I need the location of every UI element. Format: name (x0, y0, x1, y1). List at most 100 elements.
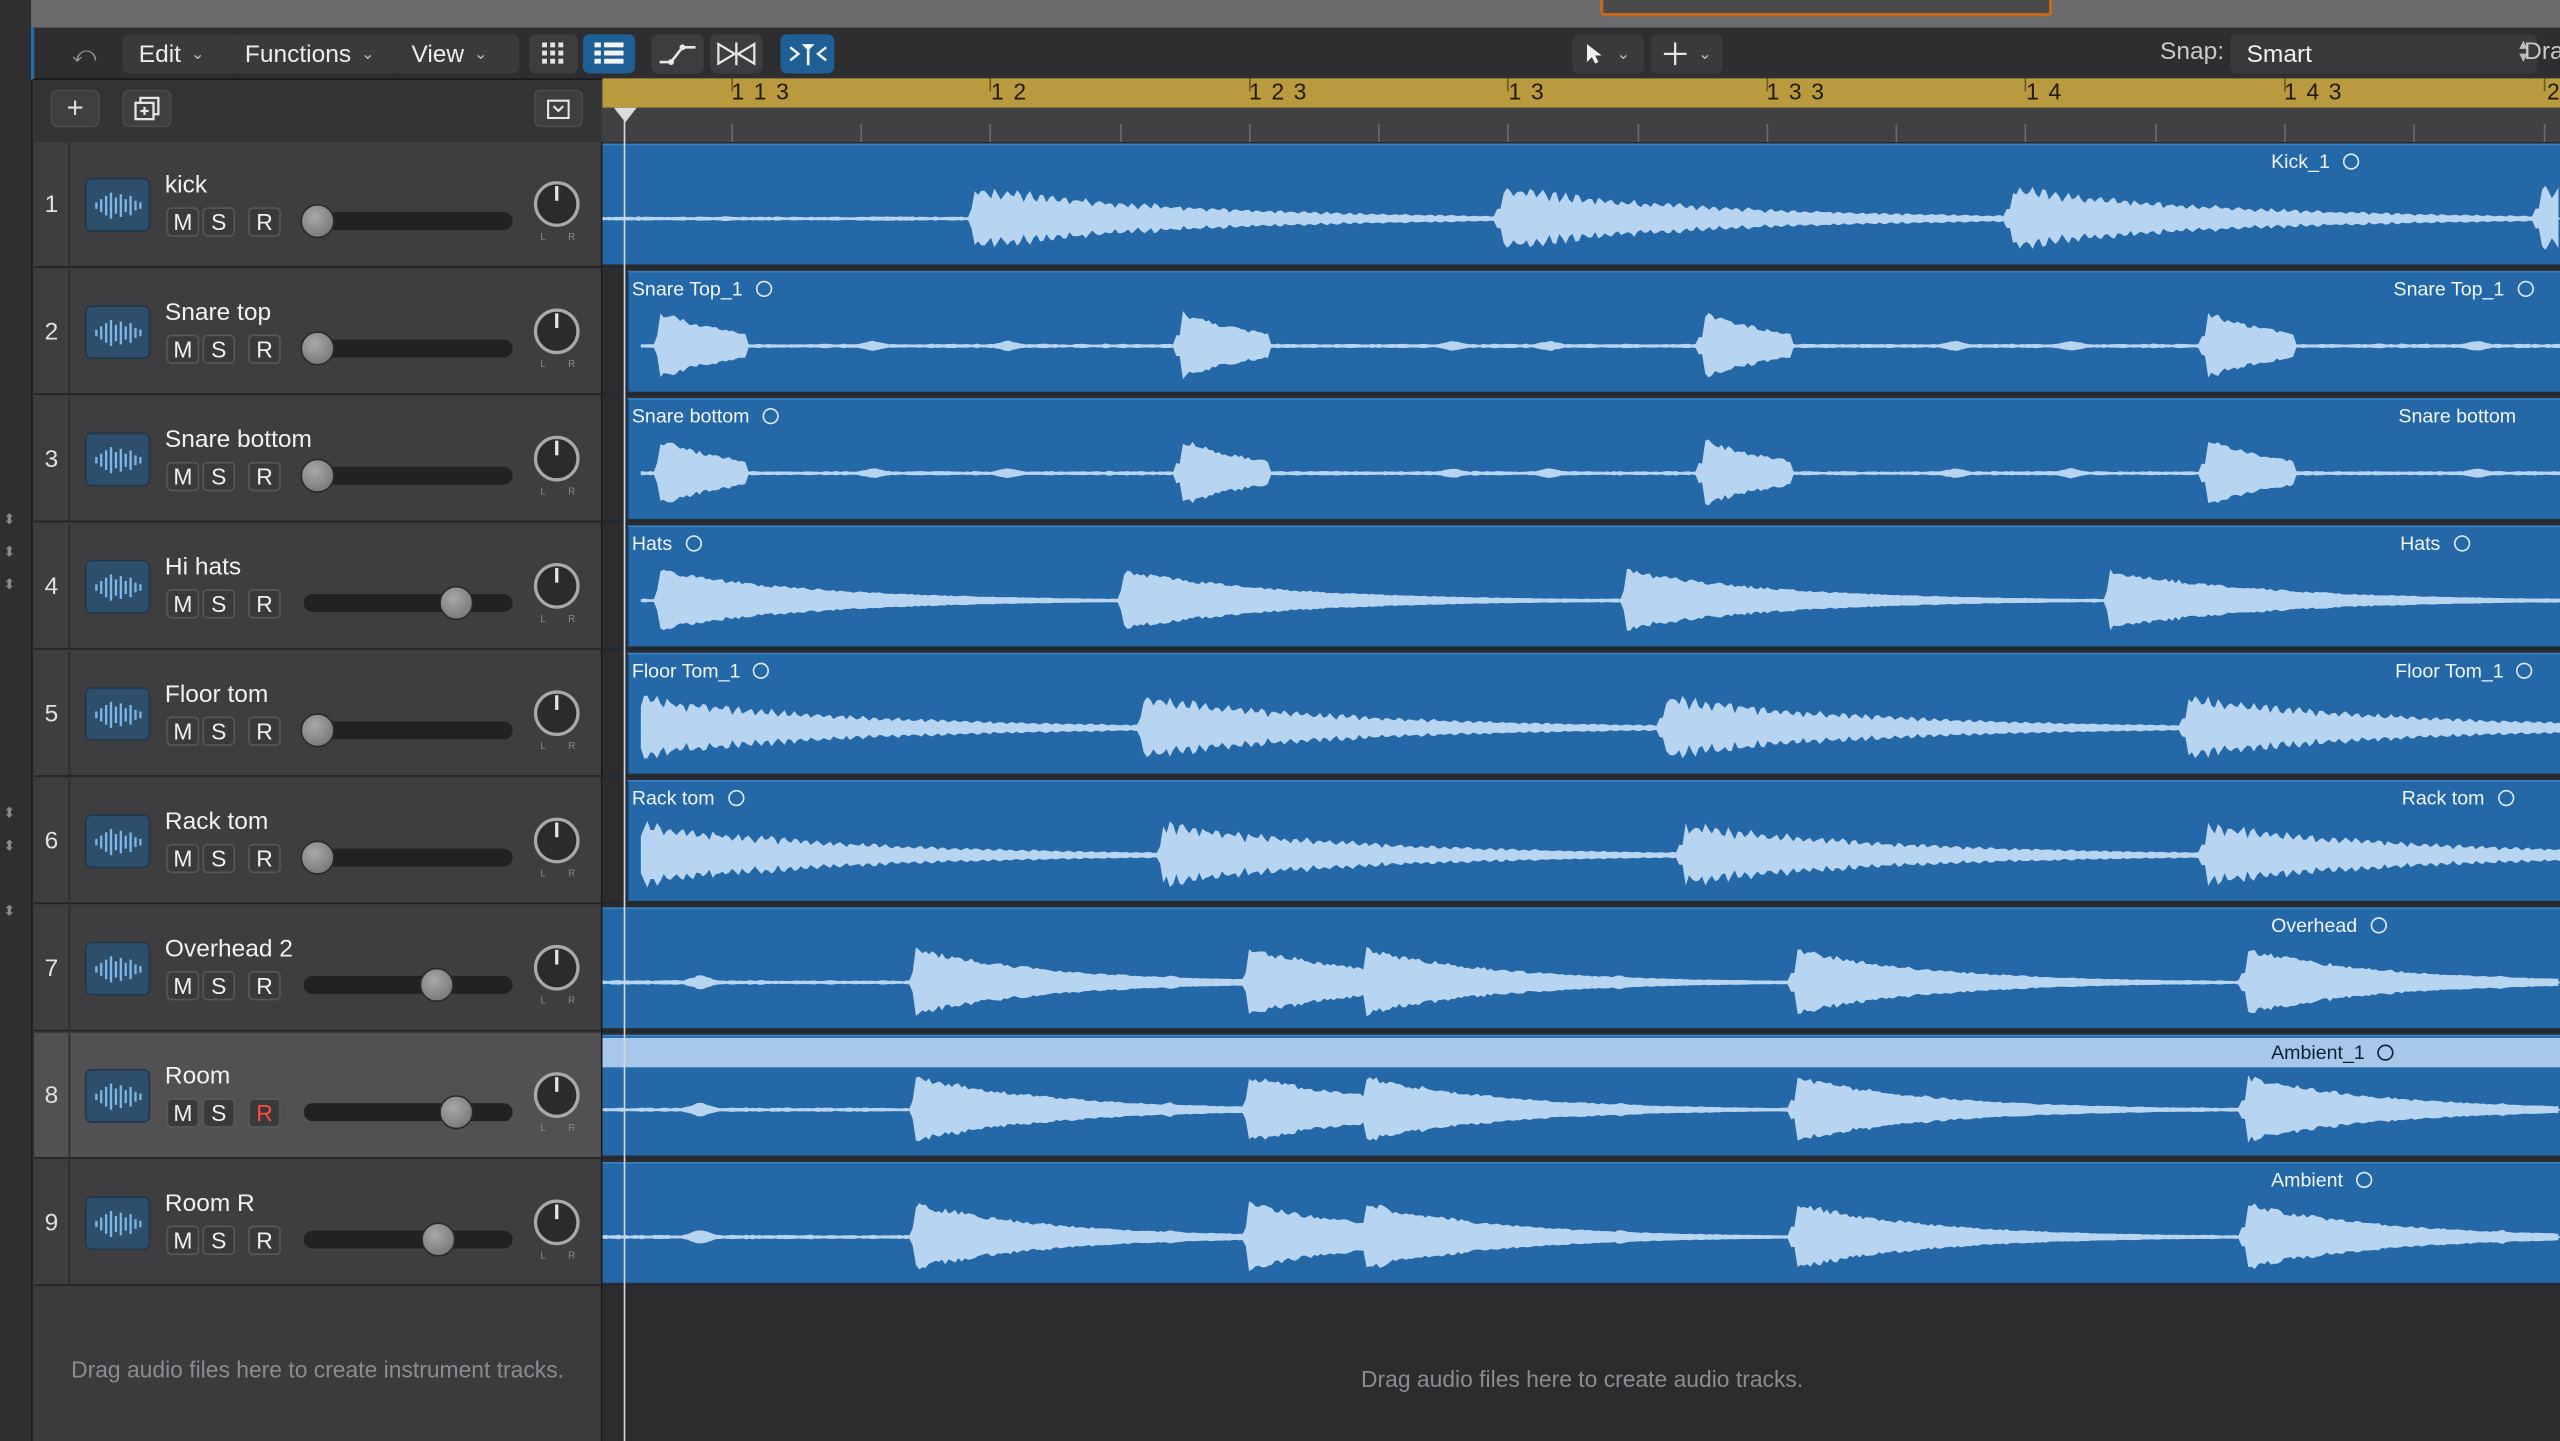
volume-slider[interactable] (300, 840, 513, 875)
track-header[interactable]: 1 kick M S R L R (34, 141, 601, 268)
volume-slider[interactable] (303, 967, 513, 1003)
pan-knob[interactable]: LR (533, 1199, 580, 1262)
loop-circle-icon[interactable] (2453, 535, 2470, 552)
track-header[interactable]: 3 Snare bottom M S R L R (34, 396, 601, 523)
pan-knob[interactable]: LR (533, 435, 580, 498)
volume-slider-knob[interactable] (300, 713, 335, 748)
record-enable-button[interactable]: R (248, 207, 281, 237)
track-name[interactable]: Overhead 2 (165, 935, 293, 963)
audio-waveform-icon[interactable] (84, 177, 151, 232)
bar-ruler[interactable]: 1 1 3 1 2 1 2 3 1 3 1 3 3 1 4 1 4 3 2 (602, 78, 2560, 144)
pan-knob[interactable]: LR (533, 563, 580, 625)
track-lane[interactable]: Hats Hats (602, 524, 2560, 650)
loop-circle-icon[interactable] (2377, 1044, 2395, 1061)
pan-knob[interactable]: LR (533, 181, 580, 243)
track-name[interactable]: Snare top (165, 299, 271, 327)
region-selected-header[interactable] (602, 1037, 2560, 1068)
audio-waveform-icon[interactable] (84, 814, 151, 869)
volume-slider-knob[interactable] (300, 840, 335, 875)
audio-waveform-icon[interactable] (84, 1196, 151, 1251)
record-enable-button[interactable]: R (248, 334, 281, 364)
volume-slider[interactable] (300, 458, 513, 493)
solo-button[interactable]: S (202, 334, 236, 364)
track-header[interactable]: 8 Room M S R L R (34, 1033, 601, 1159)
audio-region[interactable]: Ambient (602, 1161, 2560, 1283)
playhead[interactable] (623, 107, 626, 1441)
solo-button[interactable]: S (202, 716, 236, 746)
record-enable-button[interactable]: R (248, 589, 281, 619)
ruler-bar-strip[interactable] (602, 78, 2560, 108)
audio-region[interactable]: Rack tom Rack tom (626, 780, 2560, 901)
loop-circle-icon[interactable] (2516, 662, 2534, 679)
volume-slider[interactable] (300, 204, 513, 239)
audio-region[interactable]: Snare Top_1 Snare Top_1 (626, 270, 2560, 392)
volume-slider[interactable] (300, 713, 513, 748)
volume-slider-knob[interactable] (300, 331, 335, 366)
solo-button[interactable]: S (202, 843, 236, 874)
volume-slider[interactable] (303, 1222, 513, 1257)
grid-view-icon[interactable] (528, 34, 578, 74)
track-header[interactable]: 6 Rack tom M S R L R (34, 778, 601, 905)
loop-circle-icon[interactable] (2356, 1171, 2373, 1189)
track-lane[interactable]: Rack tom Rack tom (602, 778, 2560, 905)
solo-button[interactable]: S (202, 1225, 236, 1256)
audio-region[interactable]: Kick_1 (602, 143, 2560, 265)
resize-arrows-icon[interactable]: ⬍ (3, 511, 15, 529)
ruler-lower-strip[interactable] (602, 107, 2560, 144)
audio-waveform-icon[interactable] (84, 432, 151, 487)
loop-circle-icon[interactable] (2517, 280, 2534, 298)
record-enable-button[interactable]: R (248, 1225, 281, 1256)
record-enable-button[interactable]: R (248, 843, 281, 874)
track-header[interactable]: 9 Room RMSRLR (34, 1160, 601, 1287)
mute-button[interactable]: M (166, 971, 200, 1001)
loop-circle-icon[interactable] (2370, 917, 2387, 934)
mute-button[interactable]: M (166, 461, 200, 492)
loop-circle-icon[interactable] (685, 535, 702, 552)
loop-circle-icon[interactable] (2342, 153, 2360, 170)
solo-button[interactable]: S (202, 589, 236, 619)
audio-region[interactable]: Ambient_1 (602, 1034, 2560, 1156)
track-lane[interactable]: Overhead (602, 906, 2560, 1032)
audio-waveform-icon[interactable] (84, 941, 151, 996)
audio-waveform-icon[interactable] (84, 687, 151, 741)
crosshair-tool-icon[interactable]: ⌄ (1650, 34, 1723, 74)
mute-button[interactable]: M (166, 1098, 200, 1128)
mute-button[interactable]: M (166, 207, 200, 237)
mute-button[interactable]: M (166, 716, 200, 746)
resize-arrows-icon[interactable]: ⬍ (3, 543, 15, 561)
pan-knob[interactable]: LR (533, 817, 580, 880)
track-lane[interactable]: Kick_1 (602, 142, 2560, 268)
loop-circle-icon[interactable] (727, 789, 745, 807)
pan-knob[interactable]: LR (533, 690, 580, 752)
volume-slider[interactable] (303, 585, 513, 621)
volume-slider-knob[interactable] (419, 967, 455, 1003)
snap-select[interactable]: Smart ▴ ▾ (2230, 34, 2538, 74)
tracks-area[interactable]: Kick_1 Snare Top_1 Snare Top_1 Snare bottom… (602, 141, 2560, 1441)
mute-button[interactable]: M (166, 1225, 200, 1256)
audio-region[interactable]: Hats Hats (626, 525, 2560, 647)
automation-icon[interactable] (651, 34, 704, 74)
loop-circle-icon[interactable] (2497, 789, 2514, 807)
track-lane[interactable]: Floor Tom_1 Floor Tom_1 (602, 651, 2560, 777)
pan-knob[interactable]: LR (533, 1072, 580, 1134)
volume-slider-knob[interactable] (300, 458, 335, 493)
audio-region[interactable]: Floor Tom_1 Floor Tom_1 (626, 652, 2560, 774)
mute-button[interactable]: M (166, 843, 200, 874)
track-name[interactable]: Room (165, 1062, 230, 1090)
record-enable-button[interactable]: R (248, 461, 281, 492)
add-track-button[interactable]: + (50, 89, 100, 128)
volume-slider-knob[interactable] (421, 1222, 457, 1257)
track-name[interactable]: Floor tom (165, 681, 268, 709)
pan-knob[interactable]: LR (533, 944, 580, 1007)
resize-arrows-icon[interactable]: ⬍ (3, 576, 15, 594)
audio-region[interactable]: Snare bottom Snare bottom (626, 398, 2560, 519)
volume-slider-knob[interactable] (439, 585, 474, 621)
track-header[interactable]: 7 Overhead 2MSRLR (34, 905, 601, 1032)
view-menu[interactable]: View ⌄ (396, 34, 520, 74)
resize-arrows-icon[interactable]: ⬍ (3, 902, 15, 920)
track-lane[interactable]: Ambient_1 (602, 1033, 2560, 1159)
volume-slider[interactable] (303, 1095, 513, 1130)
volume-slider[interactable] (300, 331, 513, 366)
lcd-display[interactable] (1600, 0, 2053, 17)
resize-arrows-icon[interactable]: ⬍ (3, 837, 15, 855)
